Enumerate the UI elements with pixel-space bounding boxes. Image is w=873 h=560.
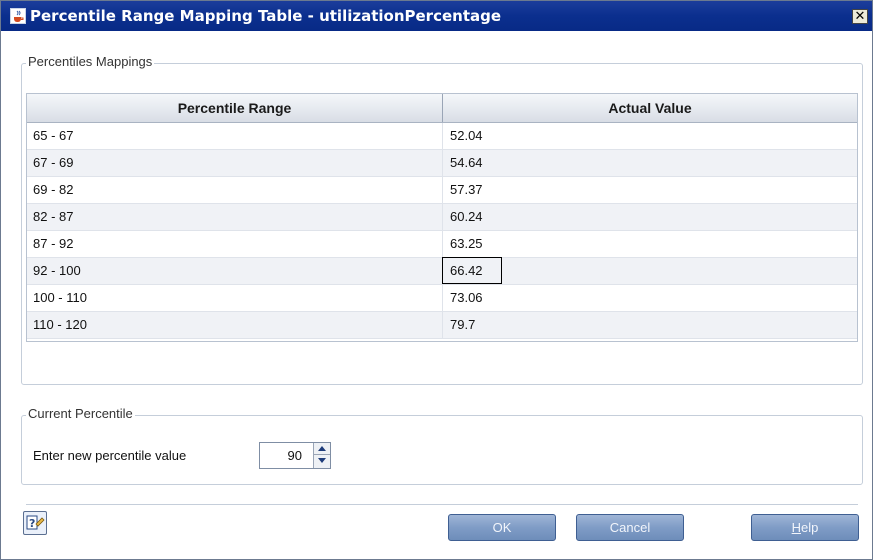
range-cell: 100 - 110 xyxy=(33,290,87,305)
table-row[interactable]: 100 - 110 73.06 xyxy=(27,285,857,312)
column-header-percentile-range[interactable]: Percentile Range xyxy=(27,94,442,122)
context-help-icon[interactable]: ? xyxy=(23,511,47,535)
value-cell[interactable]: 52.04 xyxy=(450,123,483,149)
cell-divider xyxy=(442,312,443,338)
java-cup-icon xyxy=(10,8,26,24)
cancel-button[interactable]: Cancel xyxy=(576,514,684,541)
range-cell: 87 - 92 xyxy=(33,236,74,251)
table-row[interactable]: 67 - 69 54.64 xyxy=(27,150,857,177)
percentiles-mappings-legend: Percentiles Mappings xyxy=(26,54,155,69)
range-cell: 69 - 82 xyxy=(33,182,74,197)
percentile-input[interactable]: 90 xyxy=(288,443,302,468)
table-row[interactable]: 82 - 87 60.24 xyxy=(27,204,857,231)
value-cell[interactable]: 79.7 xyxy=(450,312,475,338)
help-button[interactable]: Help xyxy=(751,514,859,541)
cell-divider xyxy=(442,177,443,203)
range-cell: 92 - 100 xyxy=(33,263,81,278)
svg-text:?: ? xyxy=(29,517,35,530)
window-title: Percentile Range Mapping Table - utiliza… xyxy=(30,7,502,25)
spin-down-button[interactable] xyxy=(314,455,330,467)
table-row[interactable]: 87 - 92 63.25 xyxy=(27,231,857,258)
cell-divider xyxy=(442,285,443,311)
ok-button-label: OK xyxy=(492,520,512,535)
cancel-button-label: Cancel xyxy=(609,520,651,535)
close-icon: ✕ xyxy=(854,9,866,24)
table-row[interactable]: 110 - 120 79.7 xyxy=(27,312,857,339)
percentile-value-label: Enter new percentile value xyxy=(33,448,187,463)
value-cell[interactable]: 63.25 xyxy=(450,231,483,257)
range-cell: 82 - 87 xyxy=(33,209,74,224)
table-row[interactable]: 69 - 82 57.37 xyxy=(27,177,857,204)
column-header-actual-value[interactable]: Actual Value xyxy=(443,94,857,122)
ok-button[interactable]: OK xyxy=(448,514,556,541)
dialog-window: Percentile Range Mapping Table - utiliza… xyxy=(0,0,873,560)
footer-separator xyxy=(26,504,858,505)
range-cell: 65 - 67 xyxy=(33,128,74,143)
value-cell[interactable]: 54.64 xyxy=(450,150,483,176)
help-mnemonic: H xyxy=(791,520,802,535)
cell-divider xyxy=(442,204,443,230)
spin-up-button[interactable] xyxy=(314,443,330,455)
cell-divider xyxy=(442,150,443,176)
help-button-label: elp xyxy=(801,520,819,535)
table-header: Percentile Range Actual Value xyxy=(27,94,857,123)
percentile-spinner[interactable]: 90 xyxy=(259,442,331,469)
table-row[interactable]: 65 - 67 52.04 xyxy=(27,123,857,150)
value-cell[interactable]: 57.37 xyxy=(450,177,483,203)
value-cell[interactable]: 66.42 xyxy=(450,258,483,284)
spinner-buttons xyxy=(313,443,330,468)
value-cell[interactable]: 60.24 xyxy=(450,204,483,230)
value-cell[interactable]: 73.06 xyxy=(450,285,483,311)
table-row-selected[interactable]: 92 - 100 66.42 xyxy=(27,257,857,285)
current-percentile-legend: Current Percentile xyxy=(26,406,135,421)
range-cell: 67 - 69 xyxy=(33,155,74,170)
title-bar[interactable]: Percentile Range Mapping Table - utiliza… xyxy=(1,1,872,31)
range-cell: 110 - 120 xyxy=(33,317,87,332)
cell-divider xyxy=(442,231,443,257)
mapping-table: Percentile Range Actual Value 65 - 67 52… xyxy=(26,93,858,342)
cell-divider xyxy=(442,123,443,149)
close-button[interactable]: ✕ xyxy=(852,9,868,24)
